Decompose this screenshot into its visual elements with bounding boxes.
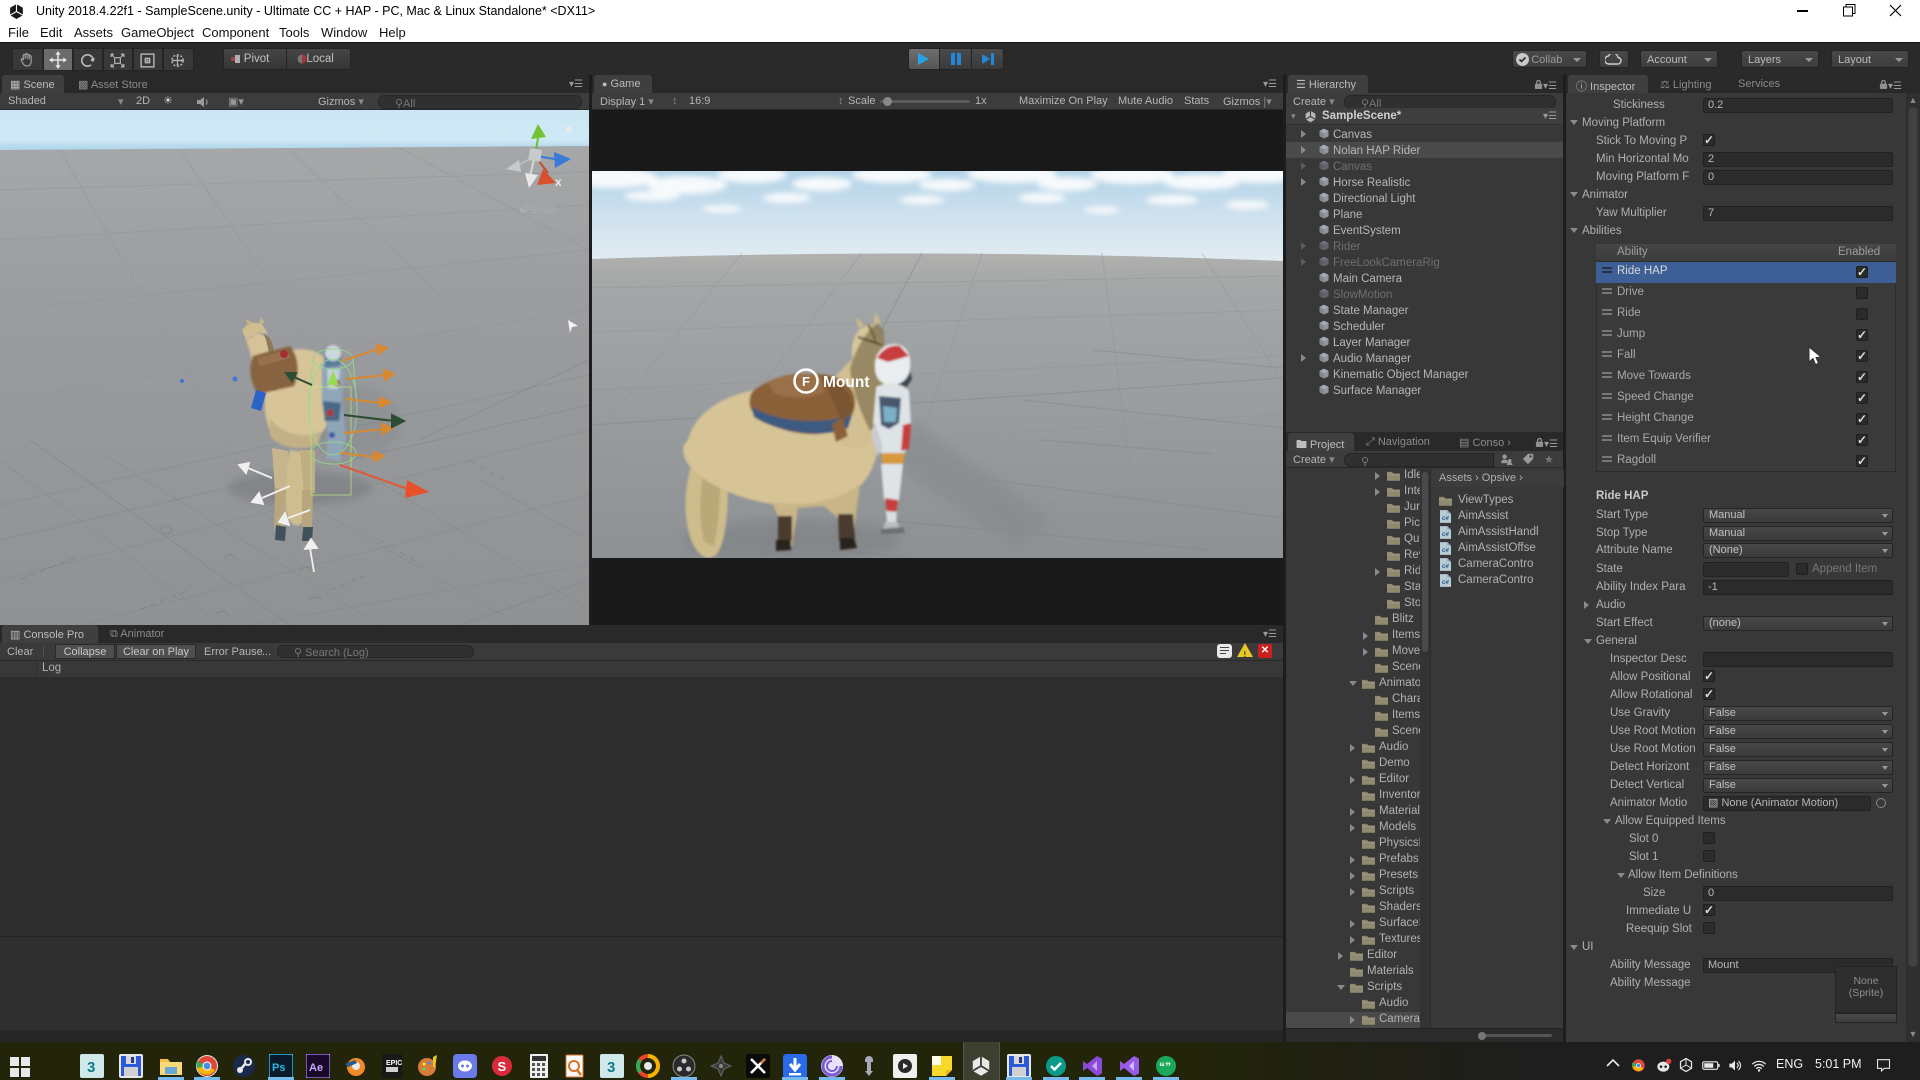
svg-text:c#: c#	[1442, 531, 1450, 538]
svg-text:c#: c#	[1442, 515, 1450, 522]
svg-text:S: S	[498, 1059, 507, 1074]
svg-text:Ps: Ps	[272, 1062, 285, 1074]
svg-text:c#: c#	[1442, 563, 1450, 570]
svg-text:◂Persp: ◂Persp	[518, 202, 556, 216]
svg-text:Ae: Ae	[309, 1062, 323, 1074]
svg-text:Mount: Mount	[823, 374, 869, 391]
svg-text:3: 3	[607, 1059, 615, 1076]
svg-text:c#: c#	[1442, 547, 1450, 554]
svg-text:3: 3	[87, 1059, 95, 1076]
svg-text:EPIC: EPIC	[386, 1060, 402, 1067]
svg-text:x: x	[555, 175, 562, 189]
svg-text:c#: c#	[1442, 579, 1450, 586]
svg-text:F: F	[802, 374, 810, 389]
svg-text:“”: “”	[1159, 1060, 1171, 1074]
